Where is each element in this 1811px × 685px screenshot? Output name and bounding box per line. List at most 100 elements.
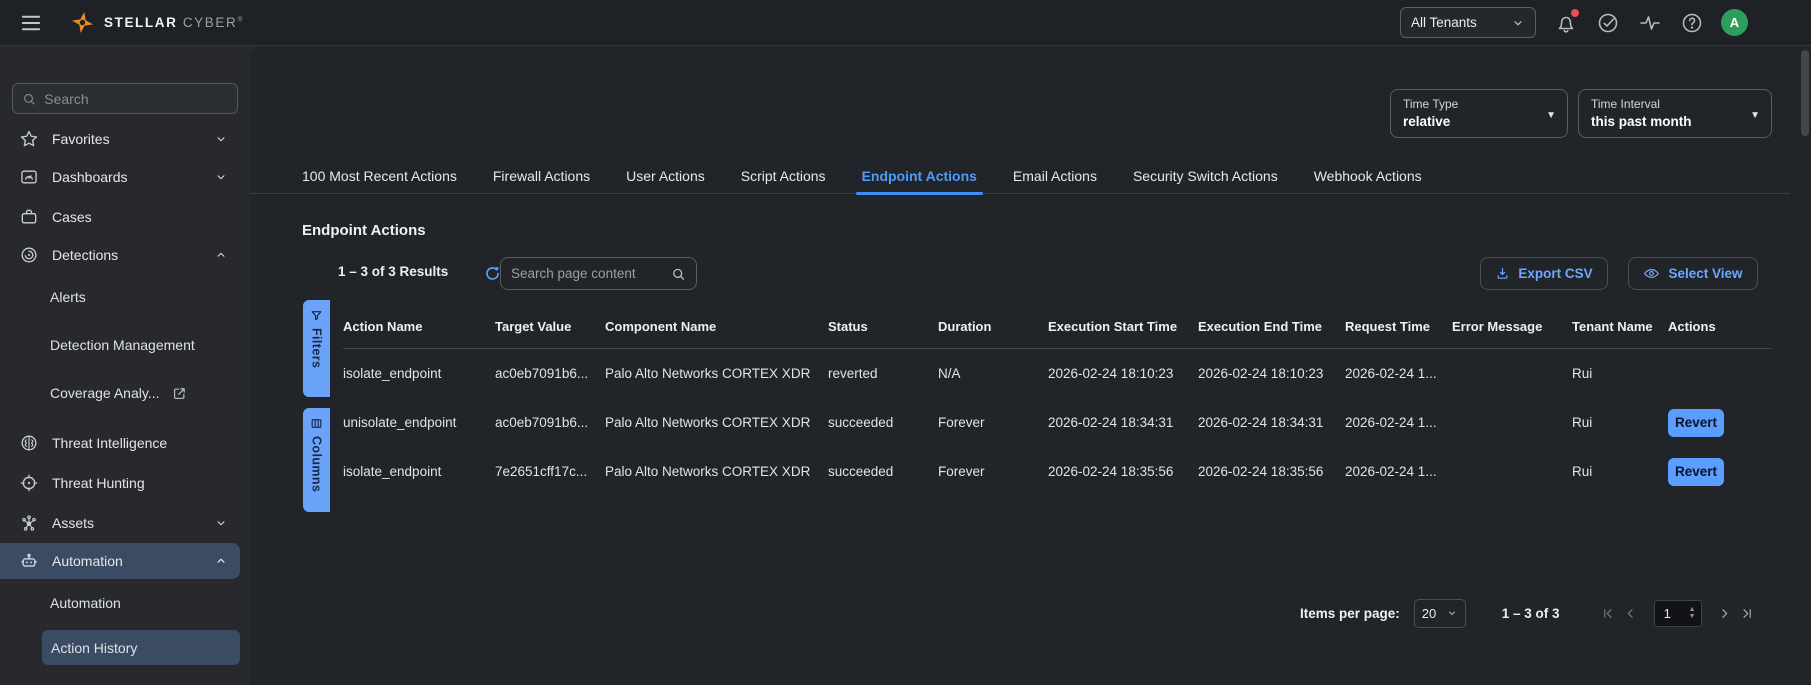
time-type-select[interactable]: Time Type relative ▼ bbox=[1390, 89, 1568, 138]
robot-icon bbox=[18, 551, 40, 571]
sidebar-item-cases[interactable]: Cases bbox=[0, 198, 240, 236]
sidebar-item-coverage-analysis[interactable]: Coverage Analy... bbox=[0, 375, 240, 411]
sidebar-item-assets[interactable]: Assets bbox=[0, 504, 240, 542]
crosshair-icon bbox=[18, 473, 40, 493]
page-size-select[interactable]: 20 bbox=[1414, 599, 1466, 628]
tab-email-actions[interactable]: Email Actions bbox=[1013, 158, 1097, 194]
tab-security-switch-actions[interactable]: Security Switch Actions bbox=[1133, 158, 1278, 194]
eye-icon bbox=[1643, 265, 1660, 282]
brand-text: STELLAR CYBER® bbox=[104, 15, 244, 30]
system-health-button[interactable] bbox=[1638, 11, 1662, 35]
page-search-input[interactable] bbox=[511, 266, 671, 281]
notification-dot bbox=[1571, 9, 1579, 17]
filter-icon bbox=[310, 309, 323, 322]
action-tabs: 100 Most Recent Actions Firewall Actions… bbox=[250, 158, 1790, 194]
scrollbar-thumb[interactable] bbox=[1801, 50, 1809, 136]
sidebar-item-automation[interactable]: Automation bbox=[0, 543, 240, 579]
chevron-down-icon bbox=[1446, 607, 1458, 619]
column-header: Tenant Name bbox=[1572, 319, 1668, 334]
column-header: Error Message bbox=[1452, 319, 1572, 334]
table-row[interactable]: isolate_endpoint 7e2651cff17c... Palo Al… bbox=[343, 447, 1772, 496]
select-view-button[interactable]: Select View bbox=[1628, 257, 1758, 290]
page-spinner[interactable]: ▲▼ bbox=[1689, 607, 1696, 620]
chevron-down-icon bbox=[214, 170, 228, 184]
sidebar-item-favorites[interactable]: Favorites bbox=[0, 120, 240, 158]
sidebar: Favorites Dashboards Cases Detections Al… bbox=[0, 46, 250, 685]
previous-page-button[interactable] bbox=[1620, 602, 1642, 624]
check-circle-icon bbox=[1596, 11, 1620, 35]
chevron-left-icon bbox=[1623, 606, 1638, 621]
main-content: Time Type relative ▼ Time Interval this … bbox=[250, 46, 1811, 685]
dropdown-arrow-icon: ▼ bbox=[1750, 110, 1760, 121]
revert-button[interactable]: Revert bbox=[1668, 458, 1724, 486]
menu-icon[interactable] bbox=[14, 6, 48, 40]
sidebar-item-automation-sub[interactable]: Automation bbox=[0, 585, 240, 621]
page-number-input[interactable]: 1 ▲▼ bbox=[1654, 600, 1702, 627]
sidebar-search[interactable] bbox=[12, 83, 238, 114]
sidebar-item-detection-management[interactable]: Detection Management bbox=[0, 327, 240, 363]
page-content-search[interactable] bbox=[500, 257, 697, 290]
network-nodes-icon bbox=[18, 513, 40, 533]
tab-webhook-actions[interactable]: Webhook Actions bbox=[1314, 158, 1422, 194]
results-count: 1 – 3 of 3 Results bbox=[338, 264, 448, 279]
tab-user-actions[interactable]: User Actions bbox=[626, 158, 705, 194]
top-bar: STELLAR CYBER® All Tenants A bbox=[0, 0, 1811, 46]
dropdown-arrow-icon: ▼ bbox=[1546, 110, 1556, 121]
column-header: Action Name bbox=[343, 319, 495, 334]
filters-side-tab[interactable]: Filters bbox=[303, 300, 330, 397]
last-page-button[interactable] bbox=[1736, 602, 1758, 624]
chevron-down-icon bbox=[1511, 16, 1525, 30]
sidebar-item-alerts[interactable]: Alerts bbox=[0, 279, 240, 315]
external-link-icon bbox=[172, 386, 187, 401]
download-icon bbox=[1495, 266, 1510, 281]
first-page-icon bbox=[1601, 606, 1616, 621]
table-row[interactable]: unisolate_endpoint ac0eb7091b6... Palo A… bbox=[343, 398, 1772, 447]
column-header: Target Value bbox=[495, 319, 605, 334]
tenant-selector[interactable]: All Tenants bbox=[1400, 7, 1536, 38]
tab-script-actions[interactable]: Script Actions bbox=[741, 158, 826, 194]
help-icon bbox=[1680, 11, 1704, 35]
first-page-button[interactable] bbox=[1598, 602, 1620, 624]
table-row[interactable]: isolate_endpoint ac0eb7091b6... Palo Alt… bbox=[343, 349, 1772, 398]
revert-button[interactable]: Revert bbox=[1668, 409, 1724, 437]
chevron-up-icon bbox=[214, 248, 228, 262]
column-header: Request Time bbox=[1345, 319, 1452, 334]
search-icon bbox=[671, 266, 686, 282]
chevron-right-icon bbox=[1717, 606, 1732, 621]
next-page-button[interactable] bbox=[1714, 602, 1736, 624]
avatar[interactable]: A bbox=[1721, 9, 1748, 36]
sidebar-item-action-history[interactable]: Action History bbox=[42, 630, 240, 665]
tab-100-most-recent-actions[interactable]: 100 Most Recent Actions bbox=[302, 158, 457, 194]
pagination: Items per page: 20 1 – 3 of 3 1 ▲▼ bbox=[1300, 598, 1758, 628]
pagination-range: 1 – 3 of 3 bbox=[1502, 606, 1560, 621]
help-button[interactable] bbox=[1680, 11, 1704, 35]
column-header: Component Name bbox=[605, 319, 828, 334]
notifications-button[interactable] bbox=[1554, 11, 1578, 35]
table-header-row: Action Name Target Value Component Name … bbox=[343, 305, 1772, 349]
sidebar-item-dashboards[interactable]: Dashboards bbox=[0, 158, 240, 196]
brand-star-icon bbox=[70, 10, 95, 35]
search-icon bbox=[22, 91, 36, 107]
actions-table: Action Name Target Value Component Name … bbox=[343, 305, 1772, 496]
time-interval-select[interactable]: Time Interval this past month ▼ bbox=[1578, 89, 1772, 138]
chevron-up-icon bbox=[214, 554, 228, 568]
stellar-cyber-logo[interactable]: STELLAR CYBER® bbox=[70, 10, 244, 35]
column-header: Status bbox=[828, 319, 938, 334]
column-header: Execution Start Time bbox=[1048, 319, 1198, 334]
page-title: Endpoint Actions bbox=[302, 222, 426, 239]
sidebar-item-threat-hunting[interactable]: Threat Hunting bbox=[0, 464, 240, 502]
sidebar-item-detections[interactable]: Detections bbox=[0, 236, 240, 274]
briefcase-icon bbox=[18, 207, 40, 227]
sidebar-search-input[interactable] bbox=[44, 91, 228, 107]
columns-side-tab[interactable]: Columns bbox=[303, 408, 330, 512]
column-header: Duration bbox=[938, 319, 1048, 334]
star-icon bbox=[18, 129, 40, 149]
sidebar-item-threat-intelligence[interactable]: Threat Intelligence bbox=[0, 424, 240, 462]
dashboard-icon bbox=[18, 167, 40, 187]
pulse-icon bbox=[1638, 11, 1662, 35]
tasks-button[interactable] bbox=[1596, 11, 1620, 35]
tab-endpoint-actions[interactable]: Endpoint Actions bbox=[862, 158, 977, 194]
tab-firewall-actions[interactable]: Firewall Actions bbox=[493, 158, 590, 194]
export-csv-button[interactable]: Export CSV bbox=[1480, 257, 1608, 290]
detections-icon bbox=[18, 245, 40, 265]
